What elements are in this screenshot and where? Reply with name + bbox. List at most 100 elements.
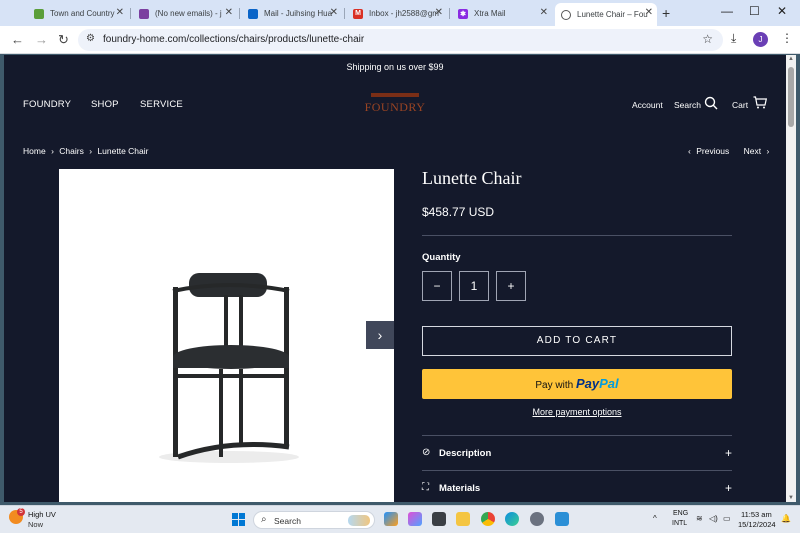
outlook-icon (248, 8, 258, 19)
divider (422, 235, 732, 236)
paypal-button[interactable]: Pay with PayPal (422, 369, 732, 399)
nav-foundry[interactable]: FOUNDRY (23, 99, 71, 110)
product-image[interactable]: › (59, 169, 394, 502)
scroll-down-icon[interactable]: ▼ (788, 495, 794, 501)
photos-icon[interactable] (555, 512, 569, 526)
close-icon[interactable]: ✕ (435, 7, 443, 18)
site-info-icon[interactable]: ⚙ (86, 33, 95, 44)
close-icon[interactable]: ✕ (225, 7, 233, 18)
logo-bar (371, 93, 419, 97)
search-highlight-image (348, 515, 370, 526)
clock-date[interactable]: 15/12/2024 (738, 520, 776, 529)
search-link[interactable]: Search (674, 100, 701, 110)
language-indicator[interactable]: ENG (673, 510, 688, 517)
divider (422, 470, 732, 471)
new-tab-icon[interactable]: + (662, 5, 670, 21)
breadcrumb-current: Lunette Chair (97, 146, 149, 156)
notification-bell-icon[interactable]: 🔔 (781, 514, 791, 523)
volume-icon[interactable]: ◁) (709, 514, 718, 523)
cart-link[interactable]: Cart (732, 100, 748, 110)
nav-service[interactable]: SERVICE (140, 99, 183, 110)
windows-start-icon[interactable] (232, 513, 245, 526)
tab-town-and-country[interactable]: Town and Country ✕ (28, 3, 128, 24)
chair-image (159, 273, 299, 463)
keyboard-layout[interactable]: INTL (672, 520, 687, 527)
copilot-app-icon[interactable] (408, 512, 422, 526)
quantity-input[interactable]: 1 (459, 271, 489, 301)
nav-shop[interactable]: SHOP (91, 99, 119, 110)
tab-lunette-chair[interactable]: Lunette Chair – Fou ✕ (555, 3, 657, 26)
task-view-icon[interactable] (432, 512, 446, 526)
accordion-materials[interactable]: ⛶ Materials + (422, 481, 732, 498)
address-bar[interactable]: ⚙ foundry-home.com/collections/chairs/pr… (78, 29, 723, 51)
weather-subtitle: Now (28, 520, 44, 529)
close-icon[interactable]: ✕ (645, 7, 653, 18)
store-logo[interactable]: FOUNDRY (360, 93, 430, 116)
product-title: Lunette Chair (422, 168, 522, 188)
file-explorer-icon[interactable] (456, 512, 470, 526)
quantity-decrease-button[interactable]: − (422, 271, 452, 301)
close-icon[interactable]: ✕ (540, 7, 548, 18)
window-close-icon[interactable]: ✕ (777, 4, 787, 18)
add-to-cart-button[interactable]: ADD TO CART (422, 326, 732, 356)
shopify-icon (34, 8, 44, 19)
forward-icon[interactable]: → (35, 32, 48, 47)
scroll-up-icon[interactable]: ▲ (788, 56, 794, 62)
chrome-icon[interactable] (481, 512, 495, 526)
plus-icon[interactable]: + (725, 446, 732, 460)
weather-title[interactable]: High UV (28, 510, 56, 519)
search-icon[interactable] (704, 96, 718, 110)
minimize-icon[interactable]: — (721, 4, 733, 18)
cart-icon[interactable] (753, 96, 767, 109)
chevron-right-icon: › (766, 146, 770, 156)
store-page: Shipping on us over $99 FOUNDRY SHOP SER… (4, 55, 786, 502)
more-payment-options-link[interactable]: More payment options (422, 407, 732, 417)
xtra-mail-icon: ✱ (458, 8, 468, 19)
tab-outlook-mail[interactable]: Mail - Juihsing Hua ✕ (242, 3, 342, 24)
check-circle-icon: ⊘ (422, 447, 431, 458)
bookmark-star-icon[interactable]: ☆ (702, 32, 713, 46)
chevron-up-icon[interactable]: ^ (653, 514, 657, 523)
profile-avatar[interactable]: J (753, 32, 768, 47)
quantity-label: Quantity (422, 252, 461, 263)
breadcrumb-home[interactable]: Home (23, 146, 46, 156)
tab-yahoo-mail[interactable]: (No new emails) - j ✕ (133, 3, 237, 24)
paypal-logo-pay: Pay (575, 376, 600, 391)
tab-gmail-inbox[interactable]: M Inbox - jh2588@gm ✕ (347, 3, 447, 24)
breadcrumb: Home › Chairs › Lunette Chair (23, 146, 151, 156)
maximize-icon[interactable]: ☐ (749, 4, 760, 18)
taskbar-search[interactable]: ⌕ Search (253, 511, 375, 529)
scroll-thumb[interactable] (788, 67, 794, 127)
breadcrumb-chairs[interactable]: Chairs (59, 146, 84, 156)
close-icon[interactable]: ✕ (116, 7, 124, 18)
browser-menu-icon[interactable]: ⋮ (781, 31, 793, 45)
image-next-button[interactable]: › (366, 321, 394, 349)
chevron-right-icon: › (51, 146, 54, 156)
copilot-icon[interactable] (384, 512, 398, 526)
accordion-description[interactable]: ⊘ Description + (422, 446, 732, 463)
mail-icon (139, 8, 149, 19)
download-icon[interactable]: ⤓ (731, 31, 736, 46)
back-icon[interactable]: ← (11, 32, 24, 47)
reload-icon[interactable]: ↻ (58, 32, 69, 48)
plus-icon[interactable]: + (725, 481, 732, 495)
quantity-increase-button[interactable]: + (496, 271, 526, 301)
search-icon: ⌕ (261, 514, 267, 525)
next-link[interactable]: Next (744, 146, 761, 156)
previous-link[interactable]: Previous (696, 146, 729, 156)
battery-icon[interactable]: ▭ (723, 514, 731, 523)
tab-xtra-mail[interactable]: ✱ Xtra Mail ✕ (452, 3, 552, 24)
windows-taskbar: 5 High UV Now ⌕ Search ^ ENG INTL ≋ ◁) ▭… (0, 505, 800, 533)
weather-badge: 5 (17, 508, 25, 516)
settings-icon[interactable] (530, 512, 544, 526)
close-icon[interactable]: ✕ (330, 7, 338, 18)
page-scrollbar[interactable]: ▲ ▼ (786, 55, 796, 502)
chevron-right-icon: › (89, 146, 93, 156)
wifi-icon[interactable]: ≋ (696, 514, 703, 523)
edge-icon[interactable] (505, 512, 519, 526)
announcement-bar: Shipping on us over $99 (346, 62, 444, 72)
paypal-logo-pal: Pal (599, 376, 619, 391)
account-link[interactable]: Account (632, 100, 663, 110)
clock-time[interactable]: 11:53 am (741, 510, 772, 519)
product-price: $458.77 USD (422, 205, 495, 219)
